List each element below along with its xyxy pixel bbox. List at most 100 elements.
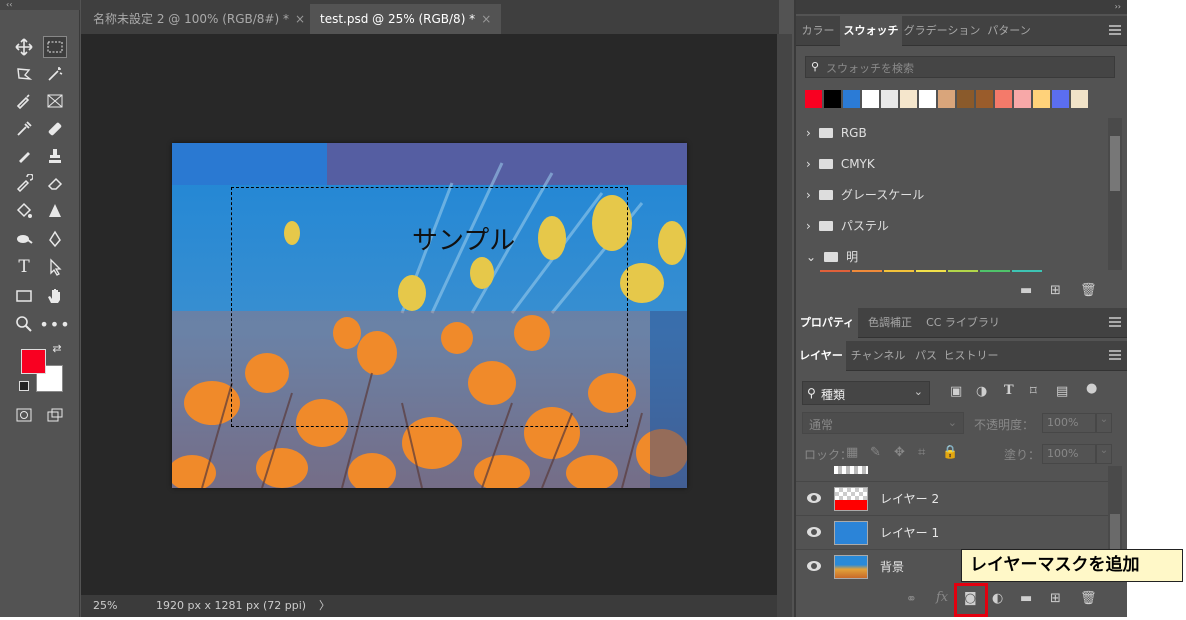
- filter-toggle-icon[interactable]: ●: [1086, 381, 1097, 396]
- tab-channels[interactable]: チャンネル: [846, 341, 910, 371]
- close-icon[interactable]: ×: [295, 12, 305, 26]
- layer-filter-select[interactable]: ⚲ 種類 ⌄: [802, 381, 930, 405]
- adjustment-layer-icon[interactable]: ◐: [992, 591, 1003, 606]
- tab-test-psd[interactable]: test.psd @ 25% (RGB/8) * ×: [310, 4, 502, 34]
- tab-color[interactable]: カラー: [796, 16, 840, 46]
- swap-colors-icon[interactable]: ⇄: [50, 341, 64, 355]
- swatch-group-cmyk[interactable]: › CMYK: [796, 149, 1106, 179]
- color-swatch[interactable]: [852, 270, 882, 272]
- tab-paths[interactable]: パス: [910, 341, 942, 371]
- color-swatch[interactable]: [995, 90, 1012, 108]
- opacity-chevron-icon[interactable]: ⌄: [1096, 413, 1112, 433]
- frame-tool-icon[interactable]: [43, 90, 67, 112]
- tab-cc-libraries[interactable]: CC ライブラリ: [922, 308, 1004, 338]
- panel-menu-icon[interactable]: [1109, 25, 1121, 35]
- tab-adjustments[interactable]: 色調補正: [858, 308, 922, 338]
- color-swatch[interactable]: [976, 90, 993, 108]
- tab-layers[interactable]: レイヤー: [796, 341, 846, 371]
- type-tool-icon[interactable]: T: [12, 256, 36, 278]
- default-colors-icon[interactable]: [19, 381, 29, 391]
- dock-collapse[interactable]: ››: [796, 0, 1127, 14]
- color-swatch[interactable]: [843, 90, 860, 108]
- new-group-icon[interactable]: ▬: [1020, 591, 1032, 606]
- tab-history[interactable]: ヒストリー: [942, 341, 1000, 371]
- zoom-tool-icon[interactable]: [12, 313, 36, 335]
- color-swatch[interactable]: [900, 90, 917, 108]
- swatch-group-grayscale[interactable]: › グレースケール: [796, 180, 1106, 210]
- layer-name[interactable]: レイヤー 2: [880, 482, 939, 516]
- tab-untitled-2[interactable]: 名称未設定 2 @ 100% (RGB/8#) * ×: [83, 4, 315, 34]
- magic-wand-tool-icon[interactable]: [43, 63, 67, 85]
- toolbar-collapse[interactable]: ‹‹: [0, 0, 80, 10]
- color-swatch[interactable]: [862, 90, 879, 108]
- color-swatch[interactable]: [1052, 90, 1069, 108]
- rectangle-tool-icon[interactable]: [12, 285, 36, 307]
- color-swatch[interactable]: [919, 90, 936, 108]
- zoom-level[interactable]: 25%: [93, 595, 117, 617]
- visibility-eye-icon[interactable]: [807, 561, 821, 571]
- quick-mask-icon[interactable]: [12, 404, 36, 426]
- foreground-color-swatch[interactable]: [21, 349, 46, 374]
- lasso-tool-icon[interactable]: [12, 63, 36, 85]
- color-swatch[interactable]: [805, 90, 822, 108]
- color-swatch[interactable]: [957, 90, 974, 108]
- marquee-tool-icon[interactable]: [43, 36, 67, 58]
- color-swatch[interactable]: [1033, 90, 1050, 108]
- move-tool-icon[interactable]: [12, 36, 36, 58]
- new-swatch-icon[interactable]: ⊞: [1050, 283, 1061, 298]
- color-swatch[interactable]: [980, 270, 1010, 272]
- hand-tool-icon[interactable]: [43, 285, 67, 307]
- color-swatch[interactable]: [1014, 90, 1031, 108]
- smart-object-filter-icon[interactable]: ▤: [1056, 384, 1068, 399]
- tab-pattern[interactable]: パターン: [982, 16, 1036, 46]
- close-icon[interactable]: ×: [481, 12, 491, 26]
- adjustment-filter-icon[interactable]: ◑: [976, 384, 987, 399]
- healing-brush-tool-icon[interactable]: [43, 118, 67, 140]
- panel-menu-icon[interactable]: [1109, 317, 1121, 327]
- eyedropper-tool-icon[interactable]: [12, 118, 36, 140]
- pen-tool-icon[interactable]: [43, 228, 67, 250]
- screen-mode-icon[interactable]: [43, 404, 67, 426]
- color-swatch[interactable]: [916, 270, 946, 272]
- eraser-tool-icon[interactable]: [43, 172, 67, 194]
- lock-position-icon[interactable]: ✥: [894, 445, 905, 460]
- path-select-tool-icon[interactable]: [43, 256, 67, 278]
- swatch-search-input[interactable]: ⚲ スウォッチを検索: [805, 56, 1115, 78]
- dodge-tool-icon[interactable]: [12, 228, 36, 250]
- stamp-tool-icon[interactable]: [43, 145, 67, 167]
- new-layer-icon[interactable]: ⊞: [1050, 591, 1061, 606]
- fill-input[interactable]: 100%: [1042, 444, 1096, 464]
- visibility-eye-icon[interactable]: [807, 527, 821, 537]
- tab-swatches[interactable]: スウォッチ: [840, 16, 902, 46]
- color-swatch[interactable]: [1012, 270, 1042, 272]
- panel-menu-icon[interactable]: [1109, 350, 1121, 360]
- color-swatch[interactable]: [884, 270, 914, 272]
- delete-icon[interactable]: 🗑: [1080, 591, 1097, 606]
- color-swatch[interactable]: [1071, 90, 1088, 108]
- brush-select-tool-icon[interactable]: [12, 90, 36, 112]
- visibility-eye-icon[interactable]: [807, 493, 821, 503]
- brush-tool-icon[interactable]: [12, 145, 36, 167]
- layer-row-layer-1[interactable]: レイヤー 1: [796, 515, 1114, 549]
- swatch-group-pastel[interactable]: › パステル: [796, 211, 1106, 241]
- lock-all-icon[interactable]: 🔒: [942, 445, 958, 460]
- layer-row-layer-2[interactable]: レイヤー 2: [796, 481, 1114, 515]
- layer-name[interactable]: レイヤー 1: [880, 516, 939, 550]
- color-swatch[interactable]: [824, 90, 841, 108]
- swatch-group-light[interactable]: ⌄ 明: [796, 242, 1106, 272]
- status-menu-arrow[interactable]: 〉: [319, 595, 330, 617]
- tab-properties[interactable]: プロパティ: [796, 308, 858, 338]
- delete-icon[interactable]: 🗑: [1080, 283, 1097, 298]
- fill-chevron-icon[interactable]: ⌄: [1096, 444, 1112, 464]
- fx-icon[interactable]: fx: [936, 590, 948, 605]
- paint-bucket-tool-icon[interactable]: [12, 200, 36, 222]
- swatch-scrollbar[interactable]: [1108, 118, 1122, 270]
- color-swatch[interactable]: [820, 270, 850, 272]
- new-group-icon[interactable]: ▬: [1020, 283, 1032, 298]
- layer-name[interactable]: 背景: [880, 550, 904, 582]
- blend-mode-select[interactable]: 通常 ⌄: [802, 412, 964, 434]
- more-tools-icon[interactable]: •••: [39, 313, 69, 335]
- lock-transparent-icon[interactable]: ▦: [846, 445, 858, 460]
- link-layers-icon[interactable]: ⚭: [906, 592, 917, 607]
- type-filter-icon[interactable]: T: [1004, 383, 1014, 398]
